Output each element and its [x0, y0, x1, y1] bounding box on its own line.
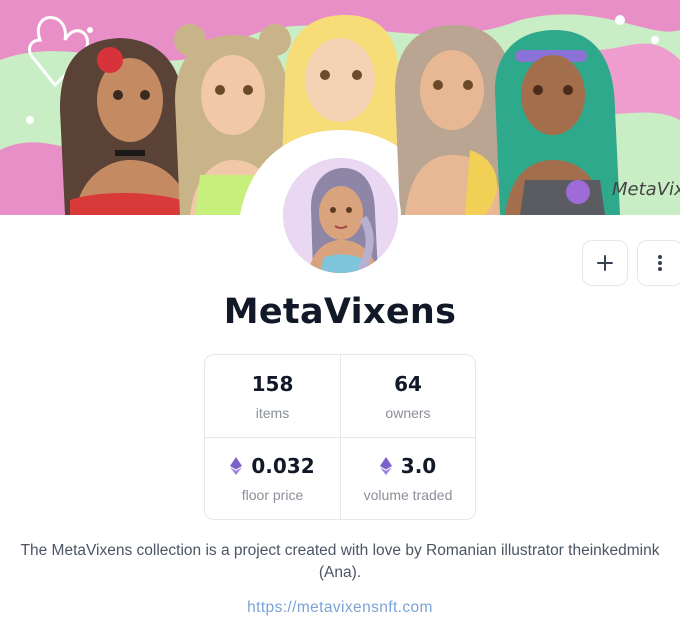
- website-link[interactable]: https://metavixensnft.com: [0, 599, 680, 617]
- stat-items-label: items: [255, 404, 290, 421]
- collection-title: MetaVixens: [223, 292, 457, 332]
- collection-avatar: [280, 155, 401, 276]
- ethereum-icon: [230, 457, 243, 475]
- stat-floor-price-value: 0.032: [251, 454, 315, 478]
- banner-watermark: MetaVixens: [612, 179, 680, 200]
- collection-description: The MetaVixens collection is a project c…: [20, 542, 660, 581]
- stat-volume-traded: 3.0 volume traded: [340, 437, 475, 519]
- plus-icon: [597, 255, 613, 271]
- stat-owners[interactable]: 64 owners: [340, 355, 475, 437]
- stat-floor-price: 0.032 floor price: [205, 437, 340, 519]
- stat-volume-traded-label: volume traded: [363, 487, 453, 503]
- more-options-button[interactable]: [637, 240, 680, 286]
- collection-stats: 158 items 64 owners 0.032 floor price 3.…: [204, 354, 476, 520]
- add-button[interactable]: [582, 240, 628, 286]
- stat-volume-traded-value: 3.0: [400, 454, 437, 478]
- stat-owners-value: 64: [394, 371, 422, 396]
- stat-items-value: 158: [251, 371, 294, 396]
- stat-floor-price-label: floor price: [241, 487, 304, 503]
- stat-items[interactable]: 158 items: [205, 355, 340, 437]
- ethereum-icon: [379, 457, 392, 475]
- stat-owners-label: owners: [385, 404, 431, 421]
- more-vertical-icon: [658, 255, 662, 271]
